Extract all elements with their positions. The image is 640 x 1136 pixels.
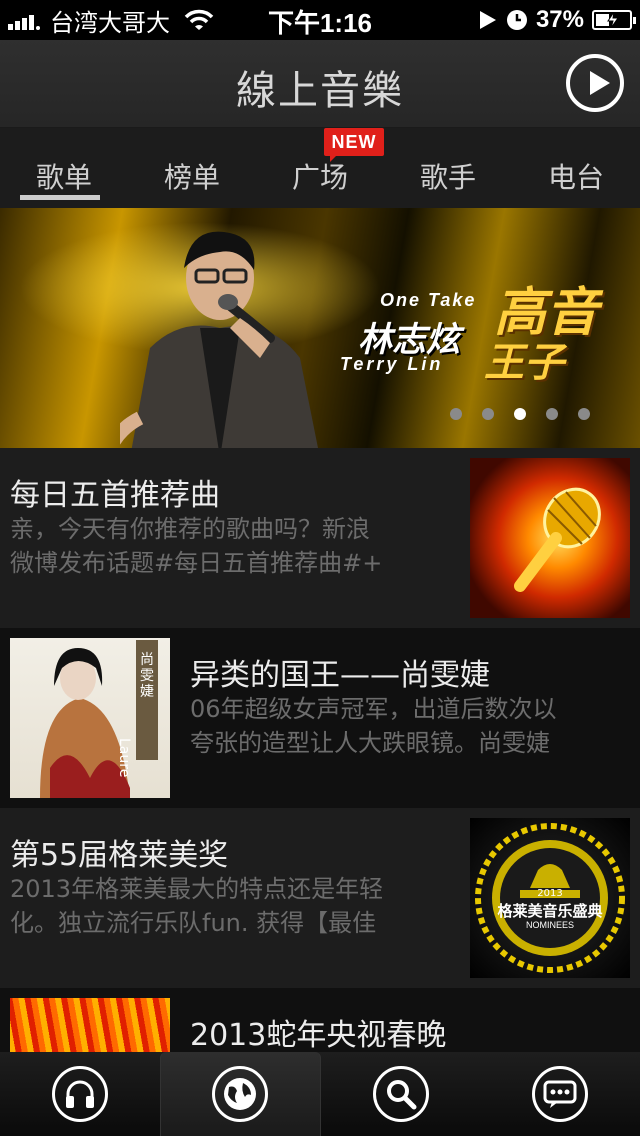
list-item-title: 2013蛇年央视春晚: [190, 1018, 447, 1052]
list-item-title: 每日五首推荐曲: [10, 478, 220, 513]
list-item-desc-line1: 06年超级女声冠军，出道后数次以: [190, 695, 557, 723]
tab-charts[interactable]: 榜单: [128, 128, 256, 208]
list-item-desc-line2: 化。独立流行乐队fun. 获得【最佳: [10, 909, 377, 937]
thumb-artist-cn: 尚雯婕: [140, 652, 154, 700]
list-item[interactable]: 每日五首推荐曲 亲，今天有你推荐的歌曲吗？新浪 微博发布话题#每日五首推荐曲#+: [0, 448, 640, 628]
bottom-tabbar: [0, 1052, 640, 1136]
playlist-list: 每日五首推荐曲 亲，今天有你推荐的歌曲吗？新浪 微博发布话题#每日五首推荐曲#+…: [0, 448, 640, 1052]
chat-icon[interactable]: [532, 1066, 589, 1122]
thumb-artist-en: Laure: [116, 738, 132, 778]
list-item[interactable]: 尚雯婕 Laure 异类的国王——尚雯婕 06年超级女声冠军，出道后数次以 夸张…: [0, 628, 640, 808]
app-header: 線上音樂: [0, 40, 640, 128]
thumb-title-cn: 格莱美音乐盛典: [497, 902, 603, 920]
battery-percent: 37%: [535, 6, 584, 33]
status-bar: 台湾大哥大 下午1:16 37%: [0, 0, 640, 40]
page-dot[interactable]: [482, 408, 494, 420]
status-right: 37%: [478, 5, 636, 35]
list-item-desc-line1: 2013年格莱美最大的特点还是年轻: [10, 875, 384, 903]
playlist-thumbnail: 2013 格莱美音乐盛典 NOMINEES: [470, 818, 630, 978]
tab-active-indicator: [20, 195, 100, 200]
playlist-thumbnail: [470, 458, 630, 618]
page-indicator: [450, 408, 610, 420]
featured-banner[interactable]: One Take 林志炫 Terry Lin 高音 王子: [0, 208, 640, 448]
headphones-icon[interactable]: [51, 1066, 108, 1122]
tab-label: 广场: [291, 161, 348, 194]
page-title: 線上音樂: [236, 68, 404, 114]
page-dot[interactable]: [546, 408, 558, 420]
thumb-nominees: NOMINEES: [525, 920, 574, 930]
list-item-desc-line1: 亲，今天有你推荐的歌曲吗？新浪: [10, 515, 370, 543]
banner-headline-2: 王子: [484, 340, 564, 386]
tabbar-headphones[interactable]: [0, 1052, 160, 1136]
banner-artist-english: Terry Lin: [340, 354, 444, 374]
globe-icon[interactable]: [212, 1066, 269, 1122]
tab-label: 榜单: [163, 161, 220, 194]
search-icon[interactable]: [372, 1066, 429, 1122]
list-item-desc-line2: 夸张的造型让人大跌眼镜。尚雯婕: [190, 729, 550, 757]
performer-image: [120, 231, 318, 448]
page-dot[interactable]: [578, 408, 590, 420]
list-item[interactable]: 第55届格莱美奖 2013年格莱美最大的特点还是年轻 化。独立流行乐队fun. …: [0, 808, 640, 988]
tab-artists[interactable]: 歌手: [384, 128, 512, 208]
tabbar-discover[interactable]: [159, 1052, 321, 1136]
list-item-desc-line2: 微博发布话题#每日五首推荐曲#+: [10, 549, 383, 577]
tab-radio[interactable]: 电台: [512, 128, 640, 208]
new-badge: NEW: [324, 128, 384, 162]
banner-caption: One Take 林志炫 Terry Lin 高音 王子: [340, 268, 630, 388]
banner-onetake: One Take: [380, 290, 477, 310]
list-item[interactable]: 2013蛇年央视春晚: [0, 988, 640, 1052]
microphone-icon: [514, 487, 601, 592]
playlist-thumbnail: 尚雯婕 Laure: [10, 638, 170, 798]
category-tabs: 歌单 榜单 广场 歌手 电台 NEW: [0, 128, 640, 208]
tab-label: 歌手: [419, 161, 476, 194]
tab-playlists[interactable]: 歌单: [0, 128, 128, 208]
tab-label: 电台: [547, 161, 604, 194]
page-dot-active[interactable]: [514, 408, 526, 420]
tab-label: 歌单: [35, 161, 92, 194]
page-dot[interactable]: [450, 408, 462, 420]
list-item-title: 异类的国王——尚雯婕: [190, 658, 490, 693]
battery-icon: [592, 10, 636, 30]
list-item-title: 第55届格莱美奖: [10, 838, 229, 873]
thumb-year: 2013: [537, 888, 563, 899]
playlist-thumbnail: [10, 998, 170, 1052]
tabbar-search[interactable]: [321, 1052, 481, 1136]
play-circle-icon[interactable]: [566, 54, 624, 112]
alarm-icon: [506, 10, 527, 30]
tabbar-messages[interactable]: [481, 1052, 640, 1136]
play-status-icon: [479, 11, 496, 29]
